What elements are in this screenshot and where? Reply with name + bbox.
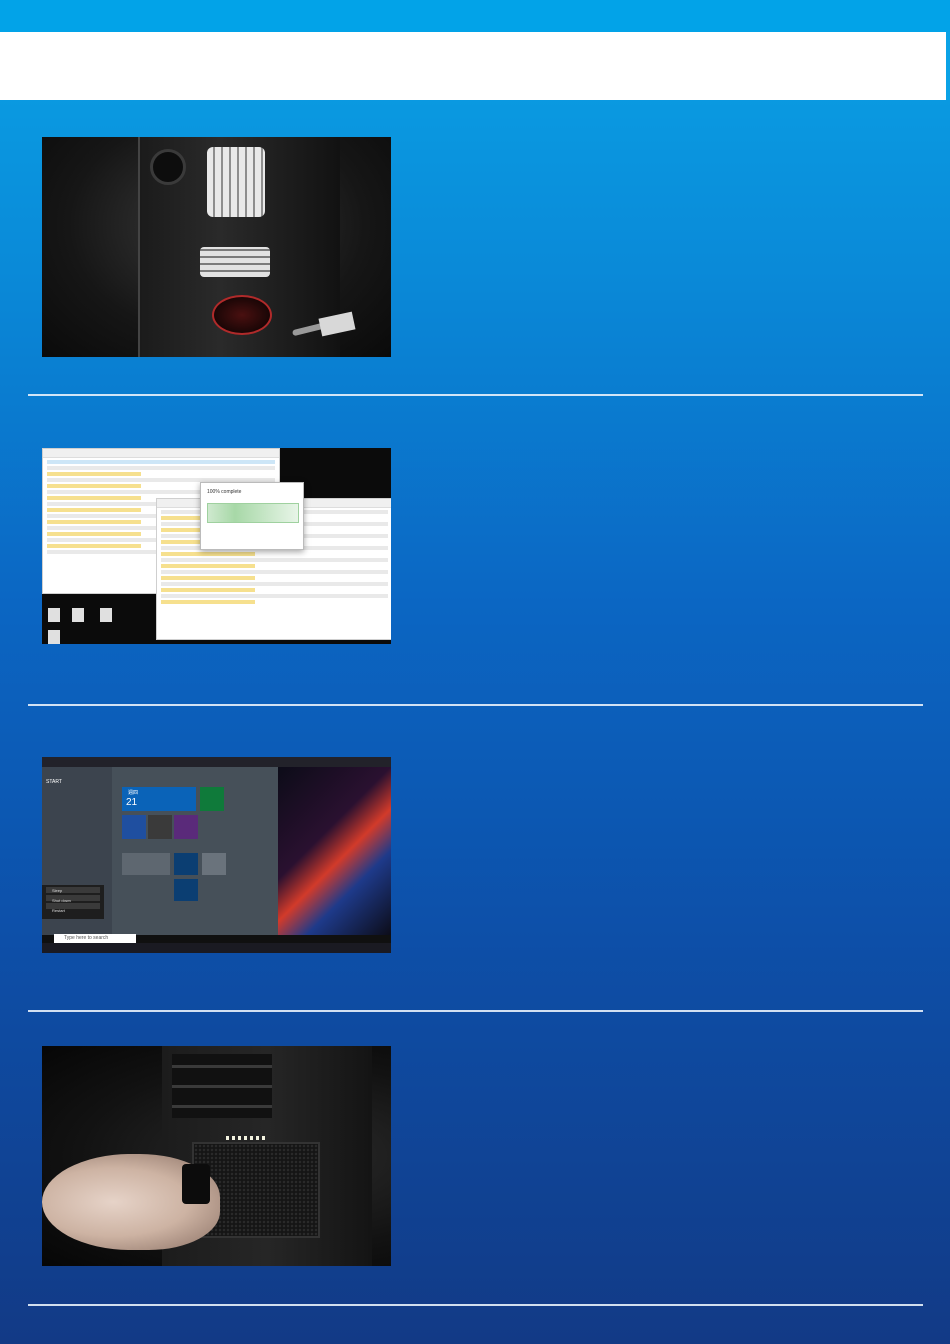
taskbar-search-box[interactable]: Type here to search xyxy=(54,934,136,943)
status-leds xyxy=(226,1136,266,1140)
app-tile xyxy=(122,853,170,875)
app-tile xyxy=(148,815,172,839)
power-cables xyxy=(207,147,265,217)
calendar-day: 週四 xyxy=(128,790,139,796)
app-tile xyxy=(174,815,198,839)
power-item-restart[interactable]: Restart xyxy=(52,908,65,913)
section-divider-3 xyxy=(28,1010,923,1012)
power-item-sleep[interactable]: Sleep xyxy=(52,888,62,893)
desktop-file-icon xyxy=(100,608,112,622)
start-menu-power-screenshot: START 週四 21 Sleep Shut down Restart Type… xyxy=(42,757,391,953)
power-item-shutdown[interactable]: Shut down xyxy=(52,898,71,903)
gpu-cables xyxy=(200,247,270,277)
screenshot-top-bar xyxy=(42,757,391,767)
expansion-slots xyxy=(172,1054,272,1118)
calendar-date: 21 xyxy=(126,797,138,808)
edge-tile xyxy=(174,853,198,875)
psu-power-switch-photo xyxy=(42,1046,391,1266)
start-menu-title: START xyxy=(46,779,62,785)
section-divider-1 xyxy=(28,394,923,396)
app-tile xyxy=(122,815,146,839)
file-explorer-copy-screenshot: 100% complete xyxy=(42,448,391,644)
case-logo xyxy=(212,295,272,335)
desktop-file-icon xyxy=(72,608,84,622)
top-color-bar xyxy=(0,0,950,32)
power-plug-icon xyxy=(182,1164,210,1204)
desktop-folder-icon xyxy=(48,630,60,644)
desktop-wallpaper xyxy=(278,767,391,935)
copy-dialog-title: 100% complete xyxy=(207,489,242,495)
copy-speed-graph xyxy=(207,503,299,523)
section-divider-2 xyxy=(28,704,923,706)
store-tile xyxy=(200,787,224,811)
desktop-file-icon xyxy=(48,608,60,622)
header-box xyxy=(0,32,950,100)
skype-tile xyxy=(174,879,198,901)
section-divider-4 xyxy=(28,1304,923,1306)
pc-case-interior-photo xyxy=(42,137,391,357)
cpu-cooler-icon xyxy=(150,149,186,185)
copy-progress-dialog: 100% complete xyxy=(200,482,304,550)
app-tile xyxy=(202,853,226,875)
